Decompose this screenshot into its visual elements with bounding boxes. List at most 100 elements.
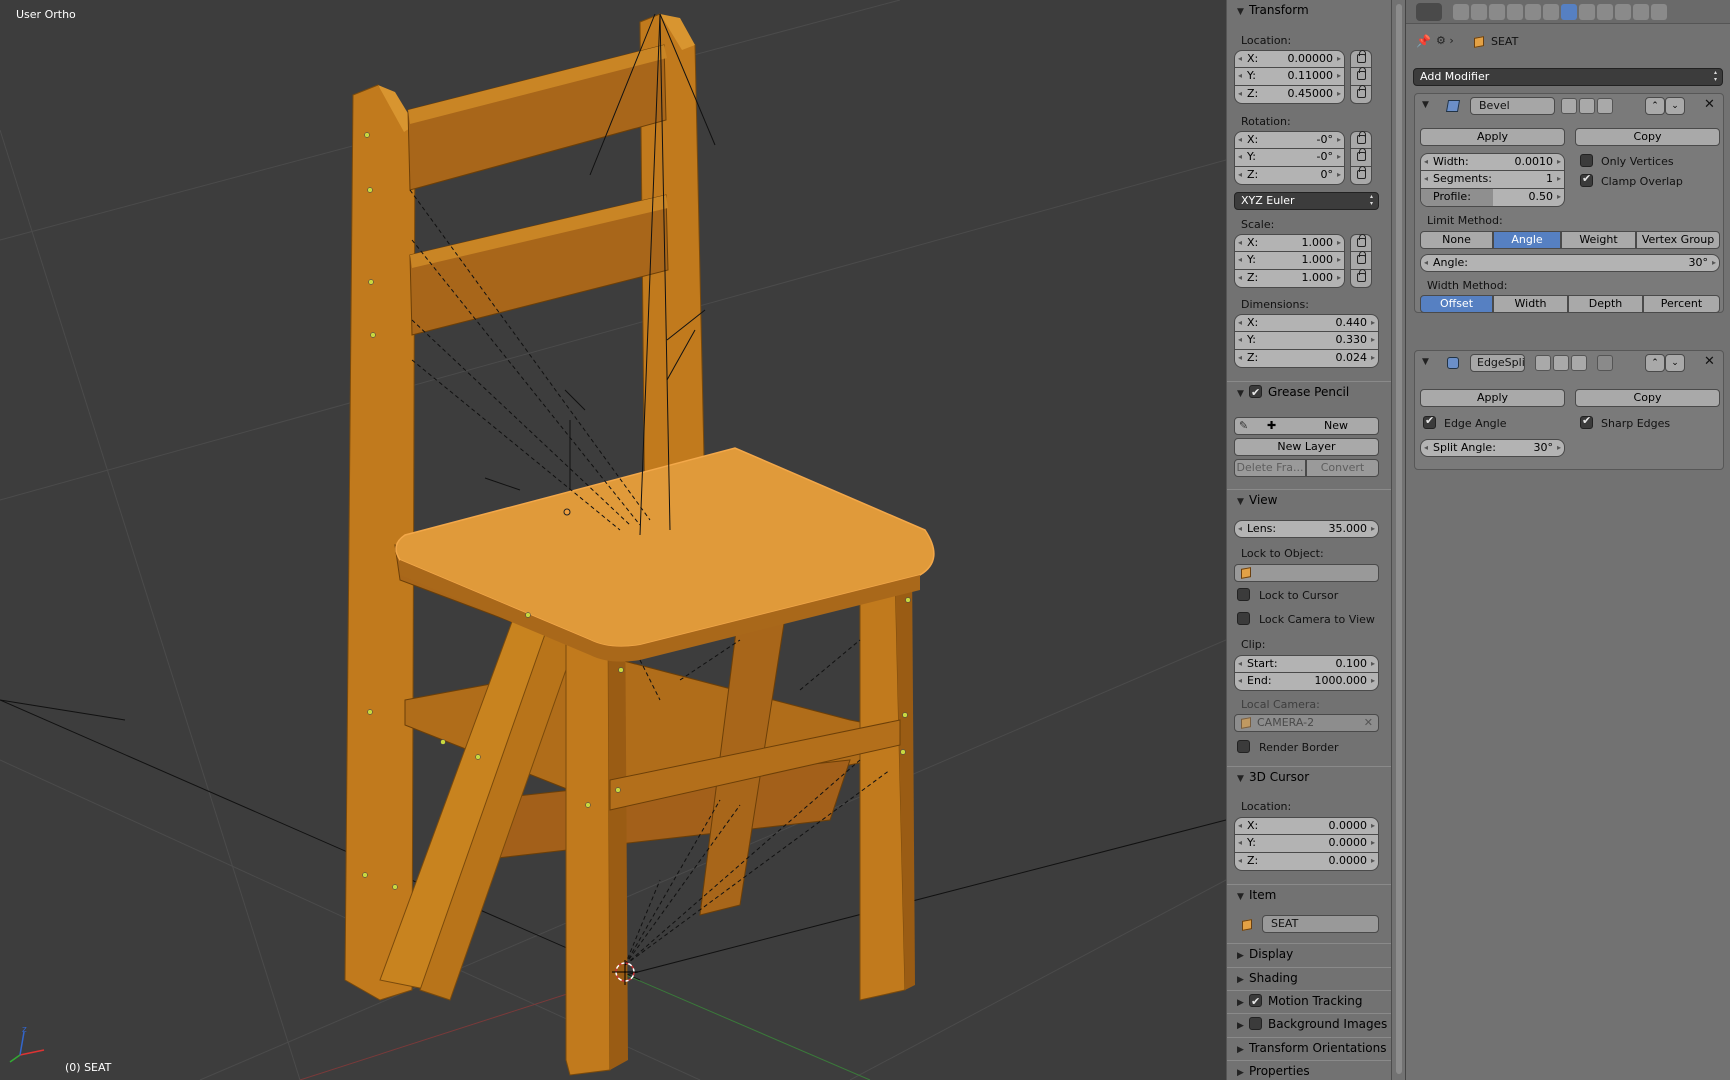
remove-modifier-icon[interactable]: ✕ <box>1704 354 1715 369</box>
dimensions-x-field[interactable]: X:0.440 <box>1234 314 1379 332</box>
world-tab-icon[interactable] <box>1507 4 1523 20</box>
new-layer-button[interactable]: New Layer <box>1234 438 1379 456</box>
render-border-checkbox[interactable] <box>1237 740 1250 753</box>
lock-scale-y-icon[interactable] <box>1350 251 1372 270</box>
item-panel-header[interactable]: ▼ Item <box>1227 884 1391 904</box>
split-angle-field[interactable]: Split Angle:30° <box>1420 439 1565 457</box>
grease-pencil-checkbox[interactable] <box>1249 383 1262 403</box>
chair-model[interactable] <box>344 13 935 1076</box>
location-x-field[interactable]: X:0.00000 <box>1234 50 1345 68</box>
delete-frame-button[interactable]: Delete Fra... <box>1234 459 1306 477</box>
background-images-panel-header[interactable]: ▶ Background Images <box>1227 1013 1391 1033</box>
edgesplit-apply-button[interactable]: Apply <box>1420 389 1565 407</box>
remove-modifier-icon[interactable]: ✕ <box>1704 97 1715 112</box>
limit-none-option[interactable]: None <box>1420 231 1493 249</box>
render-toggle-icon[interactable] <box>1535 355 1551 371</box>
motion-tracking-panel-header[interactable]: ▶Motion Tracking <box>1227 990 1391 1012</box>
lock-camera-checkbox[interactable] <box>1237 612 1250 625</box>
bevel-angle-field[interactable]: Angle:30° <box>1420 254 1720 272</box>
texture-tab-icon[interactable] <box>1615 4 1631 20</box>
cursor-y-field[interactable]: Y:0.0000 <box>1234 835 1379 853</box>
move-up-icon[interactable]: ⌃ <box>1645 97 1665 115</box>
lock-scale-z-icon[interactable] <box>1350 269 1372 288</box>
rotation-z-field[interactable]: Z:0° <box>1234 167 1345 185</box>
lock-rotation-z-icon[interactable] <box>1350 166 1372 185</box>
view-panel-header[interactable]: ▼ View <box>1227 489 1391 509</box>
lock-location-y-icon[interactable] <box>1350 67 1372 86</box>
lock-scale-x-icon[interactable] <box>1350 234 1372 252</box>
cage-toggle-icon[interactable] <box>1597 355 1613 371</box>
properties-sidebar[interactable]: ▼Transform Location: X:0.00000 Y:0.11000… <box>1226 0 1391 1080</box>
bevel-copy-button[interactable]: Copy <box>1575 128 1720 146</box>
edgesplit-copy-button[interactable]: Copy <box>1575 389 1720 407</box>
lock-rotation-y-icon[interactable] <box>1350 148 1372 167</box>
lock-rotation-x-icon[interactable] <box>1350 131 1372 149</box>
render-tab-icon[interactable] <box>1453 4 1469 20</box>
visibility-eye-icon[interactable] <box>1579 98 1595 114</box>
bevel-profile-slider[interactable]: Profile:0.50 <box>1420 189 1565 207</box>
scale-z-field[interactable]: Z:1.000 <box>1234 270 1345 288</box>
move-down-icon[interactable]: ⌄ <box>1665 97 1685 115</box>
item-name-field[interactable]: SEAT <box>1262 915 1379 933</box>
bevel-name-field[interactable]: Bevel <box>1470 97 1555 115</box>
transform-panel-header[interactable]: ▼ Transform <box>1227 0 1391 20</box>
sidebar-scrollbar[interactable] <box>1391 0 1405 1080</box>
background-images-checkbox[interactable] <box>1249 1017 1262 1030</box>
shading-panel-header[interactable]: ▶ Shading <box>1227 967 1391 987</box>
lock-object-field[interactable] <box>1234 564 1379 582</box>
rotation-x-field[interactable]: X:-0° <box>1234 131 1345 149</box>
editor-type-icon[interactable] <box>1416 3 1442 21</box>
clamp-overlap-checkbox[interactable] <box>1580 172 1593 187</box>
viewport-canvas[interactable]: z <box>0 0 1226 1080</box>
add-modifier-select[interactable]: Add Modifier <box>1413 68 1723 86</box>
modifiers-tab-icon[interactable] <box>1561 4 1577 20</box>
dimensions-y-field[interactable]: Y:0.330 <box>1234 332 1379 350</box>
pin-icon[interactable]: 📌 <box>1416 34 1431 48</box>
lock-location-x-icon[interactable] <box>1350 50 1372 68</box>
lock-location-z-icon[interactable] <box>1350 85 1372 104</box>
visibility-eye-icon[interactable] <box>1553 355 1569 371</box>
collapse-triangle-icon[interactable]: ▼ <box>1422 357 1429 367</box>
bevel-segments-field[interactable]: Segments:1 <box>1420 171 1565 189</box>
3d-viewport[interactable]: z User Ortho (0) SEAT <box>0 0 1226 1080</box>
cursor-z-field[interactable]: Z:0.0000 <box>1234 853 1379 871</box>
bevel-width-field[interactable]: Width:0.0010 <box>1420 153 1565 171</box>
clip-start-field[interactable]: Start:0.100 <box>1234 655 1379 673</box>
move-up-icon[interactable]: ⌃ <box>1645 354 1665 372</box>
sharp-edges-checkbox[interactable] <box>1580 414 1593 429</box>
limit-vertex-group-option[interactable]: Vertex Group <box>1636 231 1720 249</box>
edit-mode-toggle-icon[interactable] <box>1571 355 1587 371</box>
scene-tab-icon[interactable] <box>1489 4 1505 20</box>
width-offset-option[interactable]: Offset <box>1420 295 1493 313</box>
clear-x-icon[interactable]: ✕ <box>1364 715 1373 731</box>
rotation-y-field[interactable]: Y:-0° <box>1234 149 1345 167</box>
collapse-triangle-icon[interactable]: ▼ <box>1422 100 1429 110</box>
rotation-mode-select[interactable]: XYZ Euler <box>1234 192 1379 210</box>
location-y-field[interactable]: Y:0.11000 <box>1234 68 1345 86</box>
material-tab-icon[interactable] <box>1597 4 1613 20</box>
render-layers-tab-icon[interactable] <box>1471 4 1487 20</box>
constraints-tab-icon[interactable] <box>1543 4 1559 20</box>
location-z-field[interactable]: Z:0.45000 <box>1234 86 1345 104</box>
cursor-x-field[interactable]: X:0.0000 <box>1234 817 1379 835</box>
display-panel-header[interactable]: ▶ Display <box>1227 943 1391 963</box>
lock-to-cursor-checkbox[interactable] <box>1237 588 1250 601</box>
properties-panel-header[interactable]: ▶ Properties <box>1227 1060 1391 1080</box>
edit-mode-toggle-icon[interactable] <box>1597 98 1613 114</box>
limit-angle-option[interactable]: Angle <box>1493 231 1561 249</box>
data-tab-icon[interactable] <box>1579 4 1595 20</box>
object-tab-icon[interactable] <box>1525 4 1541 20</box>
dimensions-z-field[interactable]: Z:0.024 <box>1234 350 1379 368</box>
scale-x-field[interactable]: X:1.000 <box>1234 234 1345 252</box>
grease-pencil-new-button[interactable]: ✎ ✚ New <box>1234 417 1379 435</box>
properties-editor[interactable]: 📌 ⚙ › SEAT Add Modifier ▼ Bevel ⌃ ⌄ ✕ Ap… <box>1405 0 1730 1080</box>
3d-cursor-panel-header[interactable]: ▼ 3D Cursor <box>1227 766 1391 786</box>
transform-orientations-panel-header[interactable]: ▶ Transform Orientations <box>1227 1037 1391 1057</box>
particles-tab-icon[interactable] <box>1633 4 1649 20</box>
only-vertices-checkbox[interactable] <box>1580 154 1593 167</box>
limit-weight-option[interactable]: Weight <box>1561 231 1636 249</box>
bevel-apply-button[interactable]: Apply <box>1420 128 1565 146</box>
scale-y-field[interactable]: Y:1.000 <box>1234 252 1345 270</box>
width-percent-option[interactable]: Percent <box>1643 295 1720 313</box>
render-toggle-icon[interactable] <box>1561 98 1577 114</box>
